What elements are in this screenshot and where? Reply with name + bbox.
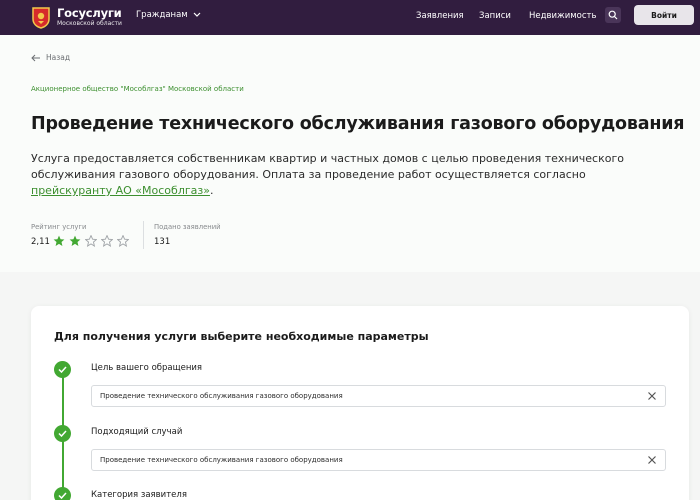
search-icon bbox=[608, 10, 618, 20]
brand-subtitle: Московской области bbox=[57, 20, 122, 27]
applications-label: Подано заявлений bbox=[154, 223, 221, 231]
description-end: . bbox=[209, 184, 214, 197]
parameters-card: Для получения услуги выберите необходимы… bbox=[31, 306, 689, 500]
brand-title: Госуслуги bbox=[57, 6, 122, 20]
description-text: Услуга предоставляется собственникам ква… bbox=[31, 152, 624, 181]
arrow-left-icon bbox=[31, 54, 40, 61]
parameters-title: Для получения услуги выберите необходимы… bbox=[54, 330, 429, 343]
nav-link-applications[interactable]: Заявления bbox=[416, 11, 464, 21]
step-2-label: Подходящий случай bbox=[91, 427, 183, 437]
step-1-check-icon bbox=[54, 361, 71, 378]
star-empty-icon bbox=[101, 235, 113, 247]
login-button[interactable]: Войти bbox=[634, 5, 694, 25]
step-3-check-icon bbox=[54, 487, 71, 500]
service-header-section: Назад Акционерное общество "Мособлгаз" М… bbox=[0, 35, 700, 272]
page-title: Проведение технического обслуживания газ… bbox=[31, 114, 685, 134]
back-label: Назад bbox=[46, 53, 71, 62]
star-filled-icon bbox=[53, 235, 65, 246]
rating-value: 2,11 bbox=[31, 237, 50, 247]
star-empty-icon bbox=[117, 235, 129, 247]
search-button[interactable] bbox=[605, 7, 621, 23]
nav-link-real-estate[interactable]: Недвижимость bbox=[529, 11, 596, 21]
star-empty-icon bbox=[85, 235, 97, 247]
case-select[interactable]: Проведение технического обслуживания газ… bbox=[91, 449, 666, 471]
chevron-down-icon bbox=[193, 12, 201, 17]
close-icon[interactable] bbox=[647, 391, 657, 401]
step-2-check-icon bbox=[54, 425, 71, 442]
nav-link-appointments[interactable]: Записи bbox=[479, 11, 511, 21]
goal-select-value: Проведение технического обслуживания газ… bbox=[100, 392, 343, 400]
rating-stars bbox=[53, 235, 129, 247]
step-1-label: Цель вашего обращения bbox=[91, 363, 203, 373]
site-logo[interactable]: Госуслуги Московской области bbox=[31, 6, 122, 29]
applications-value: 131 bbox=[154, 237, 171, 247]
service-description: Услуга предоставляется собственникам ква… bbox=[31, 151, 646, 199]
audience-dropdown[interactable]: Гражданам bbox=[136, 10, 201, 20]
case-select-value: Проведение технического обслуживания газ… bbox=[100, 456, 343, 464]
rating-label: Рейтинг услуги bbox=[31, 223, 87, 231]
organization-link[interactable]: Акционерное общество "Мособлгаз" Московс… bbox=[31, 85, 244, 93]
coat-of-arms-icon bbox=[31, 6, 51, 29]
star-filled-icon bbox=[69, 235, 81, 246]
stat-divider bbox=[143, 221, 144, 249]
top-navigation-bar: Госуслуги Московской области Гражданам З… bbox=[0, 0, 700, 35]
price-list-link[interactable]: прейскуранту АО «Мособлгаз» bbox=[31, 184, 210, 197]
back-link[interactable]: Назад bbox=[31, 53, 70, 62]
close-icon[interactable] bbox=[647, 455, 657, 465]
step-3-label: Категория заявителя bbox=[91, 490, 187, 500]
audience-label: Гражданам bbox=[136, 10, 188, 20]
goal-select[interactable]: Проведение технического обслуживания газ… bbox=[91, 385, 666, 407]
